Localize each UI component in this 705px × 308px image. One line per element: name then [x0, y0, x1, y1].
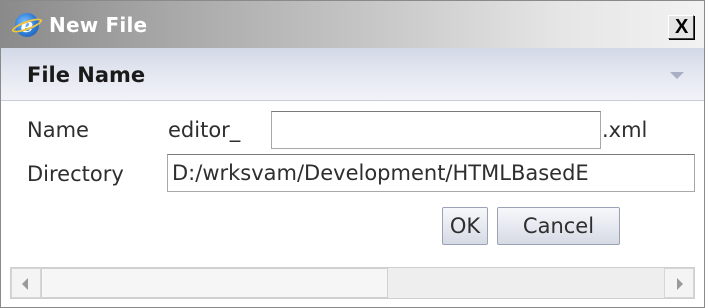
scroll-left-button[interactable]: [11, 268, 41, 298]
file-name-section-header[interactable]: File Name: [1, 48, 704, 101]
arrow-right-icon: [677, 278, 683, 290]
title-bar[interactable]: e New File X: [1, 1, 704, 48]
name-label: Name: [27, 118, 89, 142]
chevron-down-icon[interactable]: [670, 72, 684, 79]
name-prefix: editor_: [168, 118, 241, 142]
new-file-dialog: e New File X File Name Name editor_ .xml…: [0, 0, 705, 308]
ok-button[interactable]: OK: [442, 207, 488, 245]
scroll-right-button[interactable]: [664, 268, 694, 298]
arrow-left-icon: [22, 278, 28, 290]
cancel-button[interactable]: Cancel: [497, 207, 620, 245]
close-button[interactable]: X: [668, 15, 694, 39]
name-input[interactable]: [271, 111, 601, 149]
window-title: New File: [49, 13, 148, 37]
section-title: File Name: [27, 63, 146, 87]
directory-label: Directory: [27, 162, 124, 186]
scroll-thumb[interactable]: [41, 268, 388, 298]
name-suffix: .xml: [602, 118, 648, 142]
ie-icon: e: [15, 13, 39, 37]
directory-input[interactable]: [167, 154, 695, 192]
horizontal-scrollbar[interactable]: [10, 267, 695, 299]
